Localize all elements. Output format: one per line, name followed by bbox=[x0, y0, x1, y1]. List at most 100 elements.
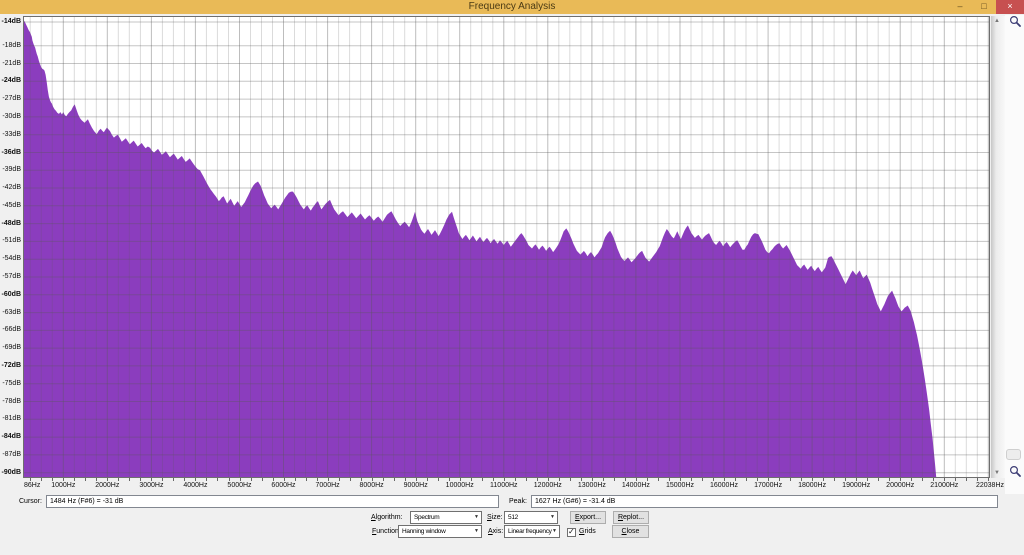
x-axis-tick bbox=[966, 478, 967, 481]
x-axis-tick bbox=[559, 478, 560, 481]
close-button-label: Close bbox=[622, 528, 640, 535]
x-axis: 86Hz1000Hz2000Hz3000Hz4000Hz5000Hz6000Hz… bbox=[23, 478, 1013, 494]
x-axis-tick bbox=[526, 478, 527, 481]
size-label: Size: bbox=[487, 514, 503, 521]
y-axis-label: -90dB bbox=[2, 469, 21, 476]
x-axis-tick bbox=[493, 478, 494, 481]
x-axis-tick bbox=[746, 478, 747, 481]
chevron-down-icon: ▼ bbox=[474, 515, 479, 520]
x-axis-tick bbox=[504, 478, 505, 481]
x-axis-tick bbox=[834, 478, 835, 481]
x-axis-tick bbox=[206, 478, 207, 481]
x-axis-tick bbox=[955, 478, 956, 481]
axis-label: Axis: bbox=[488, 528, 503, 535]
y-axis-label: -36dB bbox=[2, 149, 21, 156]
x-axis-tick bbox=[394, 478, 395, 481]
x-axis-tick bbox=[845, 478, 846, 481]
y-axis-label: -72dB bbox=[2, 362, 21, 369]
x-axis-tick bbox=[52, 478, 53, 481]
x-axis-tick bbox=[273, 478, 274, 481]
algorithm-dropdown[interactable]: Spectrum ▼ bbox=[410, 511, 482, 524]
x-axis-tick bbox=[317, 478, 318, 481]
x-axis-tick bbox=[757, 478, 758, 481]
algorithm-value: Spectrum bbox=[414, 514, 439, 521]
y-axis-label: -78dB bbox=[2, 398, 21, 405]
x-axis-tick bbox=[460, 478, 461, 481]
spectrum-svg[interactable] bbox=[23, 16, 990, 478]
axis-value: Linear frequency bbox=[508, 528, 552, 535]
scroll-down-icon[interactable]: ▼ bbox=[994, 470, 1000, 476]
x-axis-tick bbox=[713, 478, 714, 481]
zoom-out-magnifier-icon[interactable] bbox=[1009, 465, 1022, 478]
x-axis-tick bbox=[515, 478, 516, 481]
close-window-button[interactable]: × bbox=[996, 0, 1024, 14]
x-axis-tick bbox=[350, 478, 351, 481]
maximize-button[interactable]: □ bbox=[972, 0, 996, 14]
y-axis-label: -27dB bbox=[2, 95, 21, 102]
export-button-label: Export... bbox=[575, 514, 601, 521]
y-axis-label: -24dB bbox=[2, 77, 21, 84]
x-axis-tick bbox=[878, 478, 879, 481]
y-axis-label: -30dB bbox=[2, 113, 21, 120]
x-axis-tick bbox=[658, 478, 659, 481]
scroll-up-icon[interactable]: ▲ bbox=[994, 18, 1000, 24]
cursor-value: 1484 Hz (F#6) = -31 dB bbox=[50, 498, 123, 505]
x-axis-tick bbox=[867, 478, 868, 481]
x-axis-label: 22038Hz bbox=[962, 482, 1018, 489]
x-axis-tick bbox=[702, 478, 703, 481]
x-axis-tick bbox=[801, 478, 802, 481]
x-axis-tick bbox=[162, 478, 163, 481]
x-axis-tick bbox=[118, 478, 119, 481]
axis-dropdown[interactable]: Linear frequency ▼ bbox=[504, 525, 560, 538]
title-bar[interactable]: Frequency Analysis – □ × bbox=[0, 0, 1024, 14]
y-axis-label: -33dB bbox=[2, 131, 21, 138]
x-axis-tick bbox=[856, 478, 857, 481]
x-axis-tick bbox=[284, 478, 285, 481]
spectrum-plot[interactable] bbox=[23, 16, 990, 478]
chevron-down-icon: ▼ bbox=[550, 515, 555, 520]
x-axis-tick bbox=[30, 478, 31, 481]
replot-button[interactable]: Replot... bbox=[613, 511, 649, 524]
x-axis-tick bbox=[933, 478, 934, 481]
x-axis-tick bbox=[173, 478, 174, 481]
cursor-value-field[interactable]: 1484 Hz (F#6) = -31 dB bbox=[46, 495, 499, 508]
y-axis-label: -42dB bbox=[2, 184, 21, 191]
right-gutter bbox=[1005, 15, 1024, 494]
grids-label: Grids bbox=[579, 528, 596, 535]
peak-value-field[interactable]: 1627 Hz (G#6) = -31.4 dB bbox=[531, 495, 998, 508]
grids-checkbox[interactable]: ✓ bbox=[567, 528, 576, 537]
function-dropdown[interactable]: Hanning window ▼ bbox=[398, 525, 482, 538]
x-axis-tick bbox=[240, 478, 241, 481]
y-axis-label: -63dB bbox=[2, 309, 21, 316]
x-axis-tick bbox=[383, 478, 384, 481]
x-axis-tick bbox=[790, 478, 791, 481]
size-dropdown[interactable]: 512 ▼ bbox=[504, 511, 558, 524]
x-axis-tick bbox=[592, 478, 593, 481]
y-axis-label: -81dB bbox=[2, 415, 21, 422]
x-axis-tick bbox=[295, 478, 296, 481]
close-icon: × bbox=[1007, 1, 1012, 11]
close-button[interactable]: Close bbox=[612, 525, 649, 538]
function-label: Function: bbox=[372, 528, 401, 535]
inactive-button-icon bbox=[1006, 449, 1021, 460]
x-axis-tick bbox=[328, 478, 329, 481]
x-axis-tick bbox=[471, 478, 472, 481]
minimize-button[interactable]: – bbox=[948, 0, 972, 14]
peak-label: Peak: bbox=[509, 498, 527, 505]
x-axis-tick bbox=[724, 478, 725, 481]
y-axis-label: -75dB bbox=[2, 380, 21, 387]
x-axis-tick bbox=[107, 478, 108, 481]
x-axis-tick bbox=[911, 478, 912, 481]
x-axis-tick bbox=[944, 478, 945, 481]
vertical-scrollbar[interactable]: ▲ ▼ bbox=[991, 16, 1005, 478]
x-axis-tick bbox=[438, 478, 439, 481]
algorithm-label: Algorithm: bbox=[371, 514, 403, 521]
zoom-in-magnifier-icon[interactable] bbox=[1009, 15, 1022, 28]
x-axis-tick bbox=[922, 478, 923, 481]
chevron-down-icon: ▼ bbox=[552, 529, 557, 534]
x-axis-tick bbox=[900, 478, 901, 481]
export-button[interactable]: Export... bbox=[570, 511, 606, 524]
x-axis-tick bbox=[603, 478, 604, 481]
x-axis-tick bbox=[195, 478, 196, 481]
x-axis-tick bbox=[74, 478, 75, 481]
